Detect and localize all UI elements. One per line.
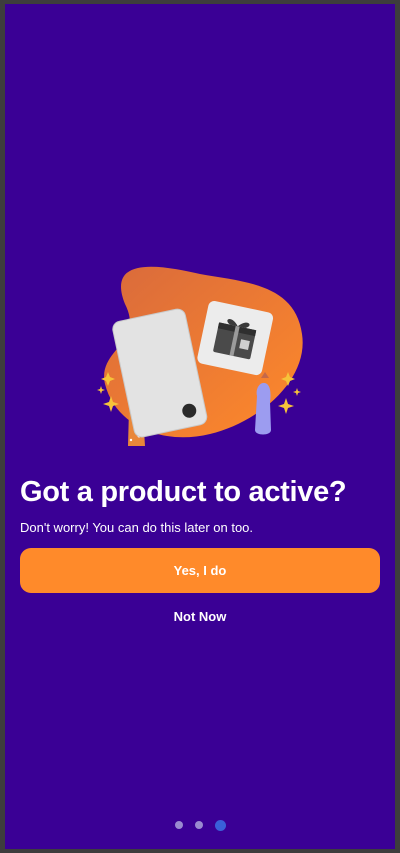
onboarding-screen: Got a product to active? Don't worry! Yo… bbox=[5, 4, 395, 849]
onboarding-subtitle: Don't worry! You can do this later on to… bbox=[20, 520, 254, 535]
page-indicator bbox=[5, 818, 395, 832]
page-dot-2[interactable] bbox=[194, 821, 203, 829]
yes-i-do-button[interactable]: Yes, I do bbox=[20, 548, 380, 593]
page-dot-3-active[interactable] bbox=[214, 819, 226, 831]
product-activation-illustration bbox=[97, 266, 303, 446]
not-now-button[interactable]: Not Now bbox=[20, 604, 380, 628]
page-dot-1[interactable] bbox=[174, 821, 183, 829]
onboarding-title: Got a product to active? bbox=[20, 476, 347, 508]
gift-card bbox=[197, 300, 274, 376]
